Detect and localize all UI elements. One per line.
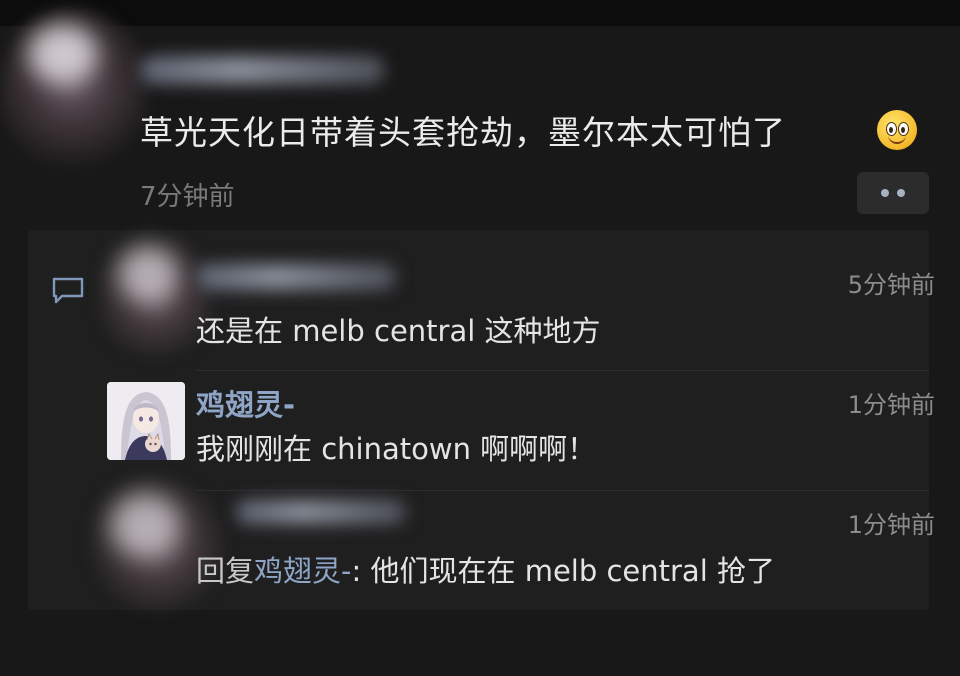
comment-bubble-icon (52, 277, 84, 304)
more-dots-icon (897, 189, 905, 197)
comment-avatar[interactable] (107, 382, 185, 460)
reply-body: : 他们现在在 melb central 抢了 (351, 554, 775, 588)
comment-divider (196, 370, 929, 371)
top-bar (0, 0, 960, 26)
post-content: 草光天化日带着头套抢劫，墨尔本太可怕了 (140, 113, 786, 152)
comment-text: 我刚刚在 chinatown 啊啊啊！ (196, 432, 597, 466)
comment-timestamp: 1分钟前 (847, 511, 935, 539)
post-timestamp: 7分钟前 (140, 182, 235, 212)
slightly-smiling-face-emoji (877, 110, 917, 150)
more-dots-icon (881, 189, 889, 197)
comment-author-name[interactable]: 鸡翅灵- (196, 382, 295, 424)
anime-avatar-icon (107, 382, 185, 460)
comment-timestamp: 1分钟前 (847, 391, 935, 419)
more-actions-button[interactable] (857, 172, 929, 214)
reply-target-name[interactable]: 鸡翅灵- (254, 554, 351, 588)
comment-timestamp: 5分钟前 (847, 271, 935, 299)
comment-divider (196, 490, 929, 491)
comment-author-name-blurred[interactable] (236, 500, 406, 524)
reply-prefix: 回复 (196, 554, 255, 588)
post-author-avatar[interactable] (0, 8, 150, 176)
comment-reply-text: 回复鸡翅灵-: 他们现在在 melb central 抢了 (196, 548, 775, 590)
post-author-name-blurred[interactable] (140, 56, 385, 84)
comment-text: 还是在 melb central 这种地方 (196, 314, 601, 348)
comment-author-name-blurred[interactable] (196, 264, 396, 290)
comment-avatar[interactable] (88, 475, 228, 615)
